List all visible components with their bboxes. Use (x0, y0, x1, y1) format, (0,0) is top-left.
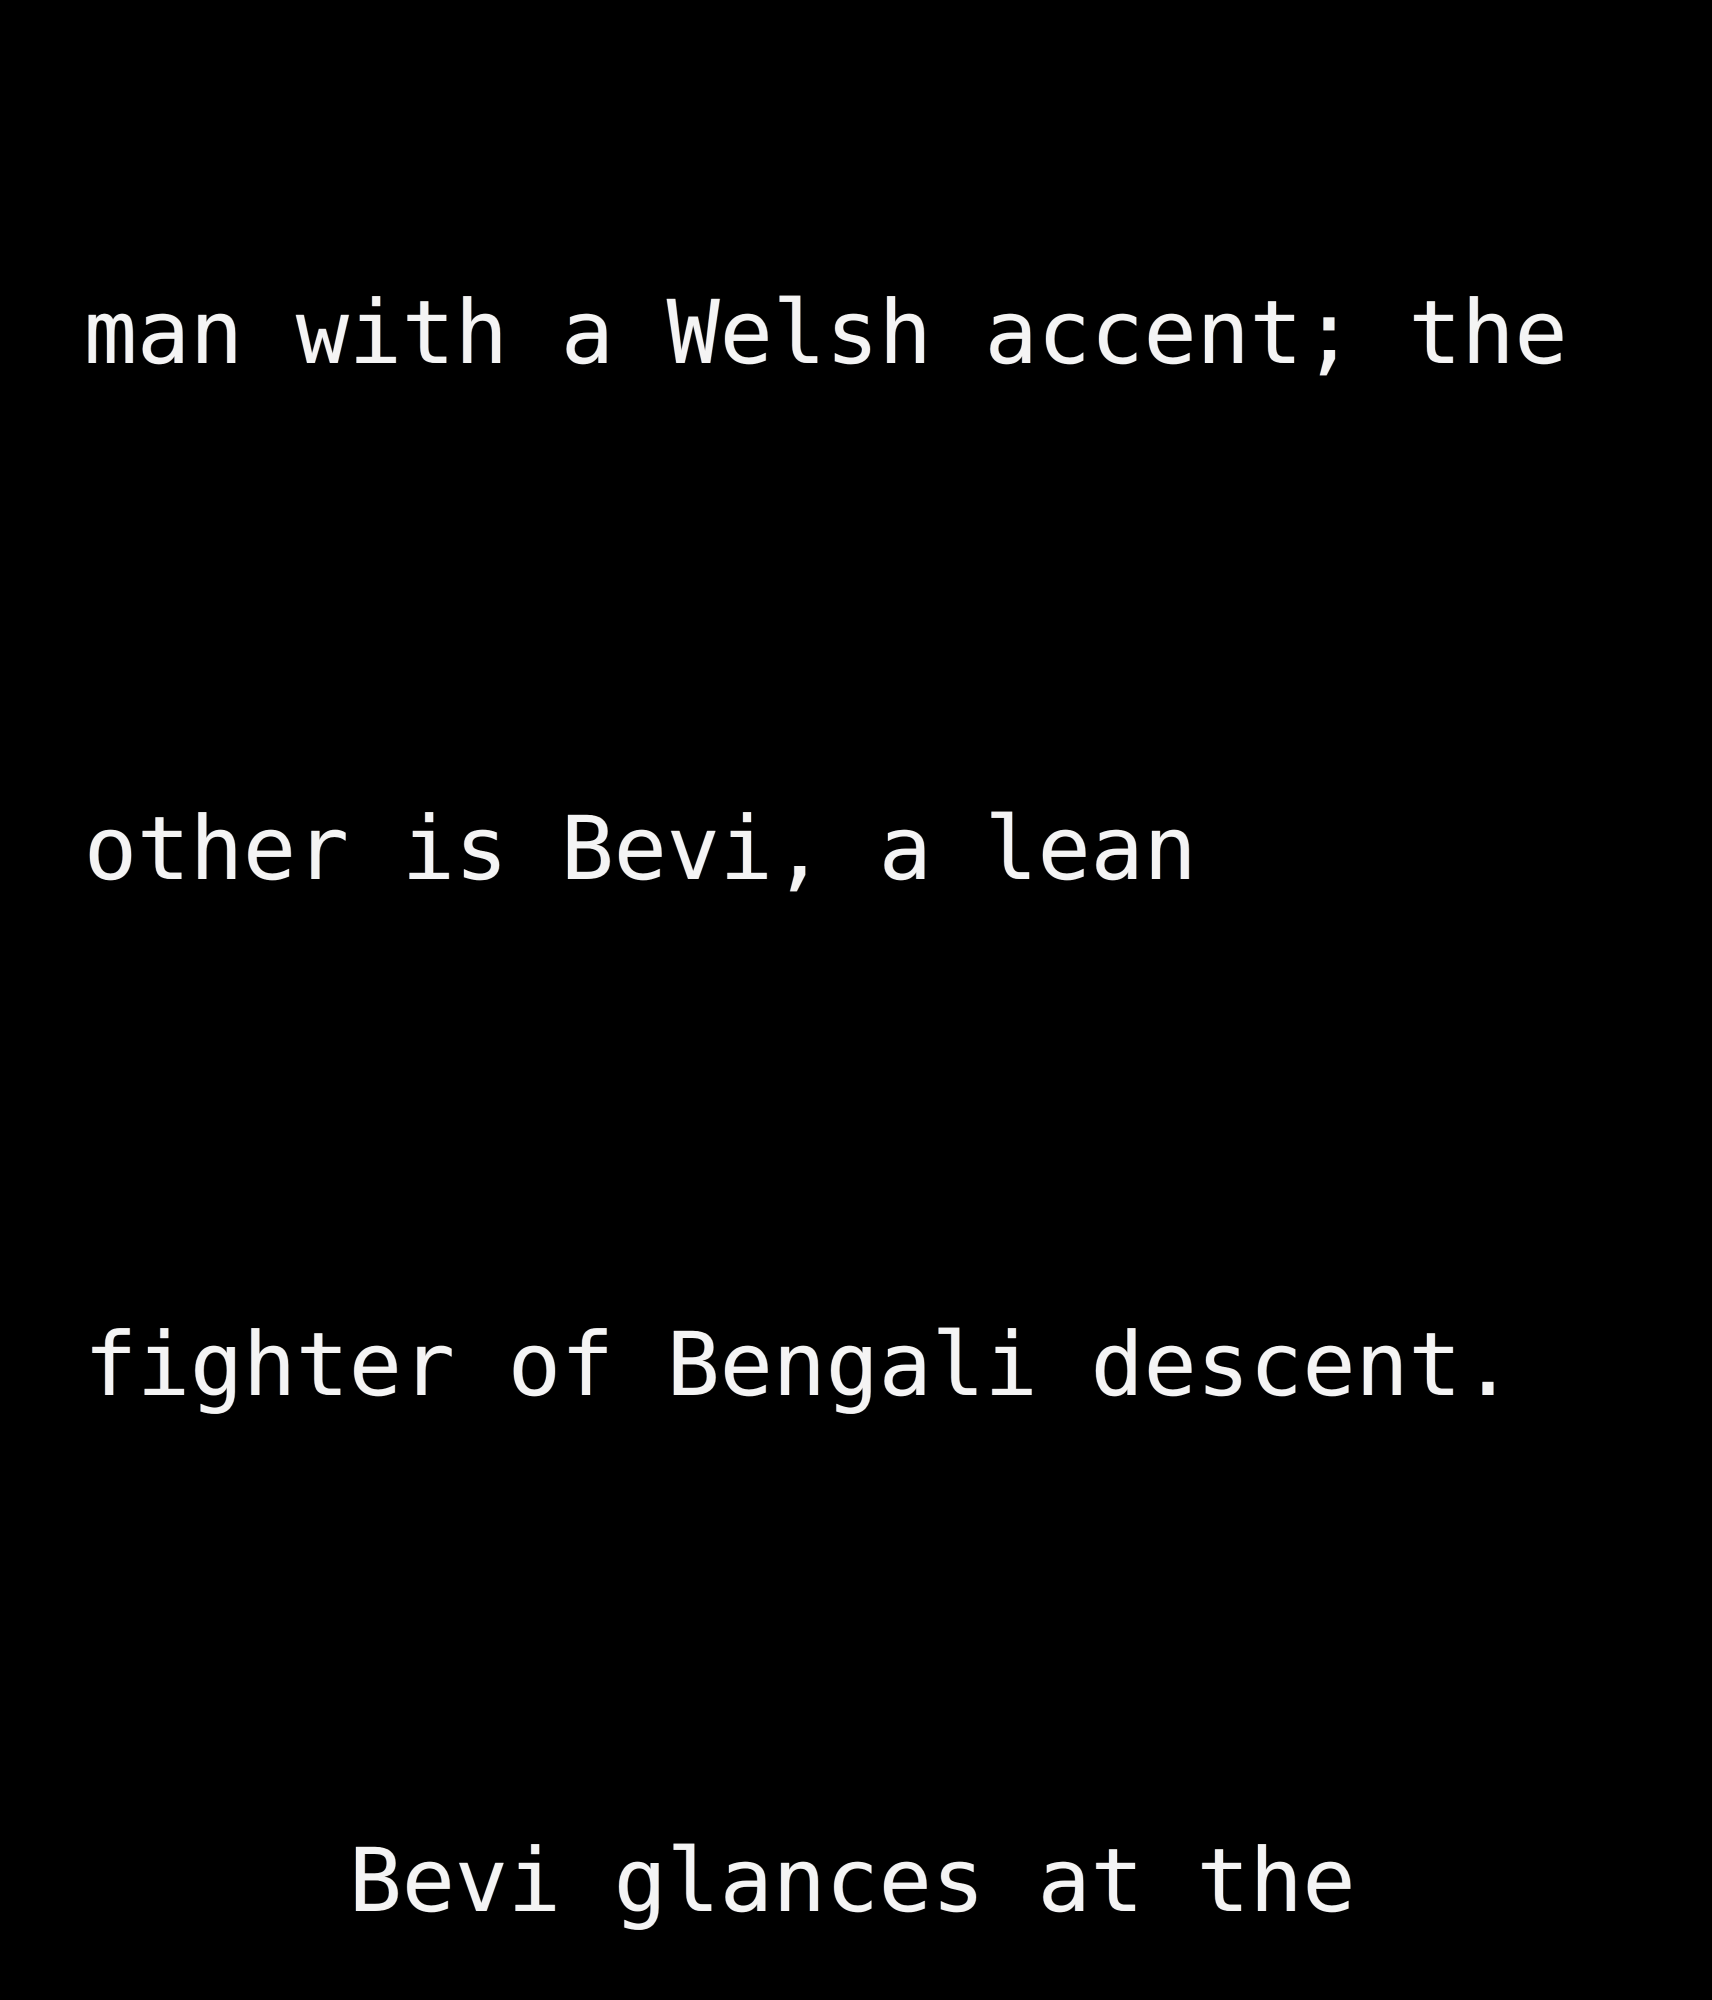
text-line: Bevi glances at the (84, 1829, 1356, 1932)
document-text-block[interactable]: man with a Welsh accent; the other is Be… (0, 0, 1712, 2000)
magnified-text-viewport: man with a Welsh accent; the other is Be… (0, 0, 1712, 2000)
text-line: man with a Welsh accent; the (84, 281, 1568, 384)
text-line: other is Bevi, a lean (84, 797, 1197, 900)
text-line: fighter of Bengali descent. (84, 1313, 1515, 1416)
